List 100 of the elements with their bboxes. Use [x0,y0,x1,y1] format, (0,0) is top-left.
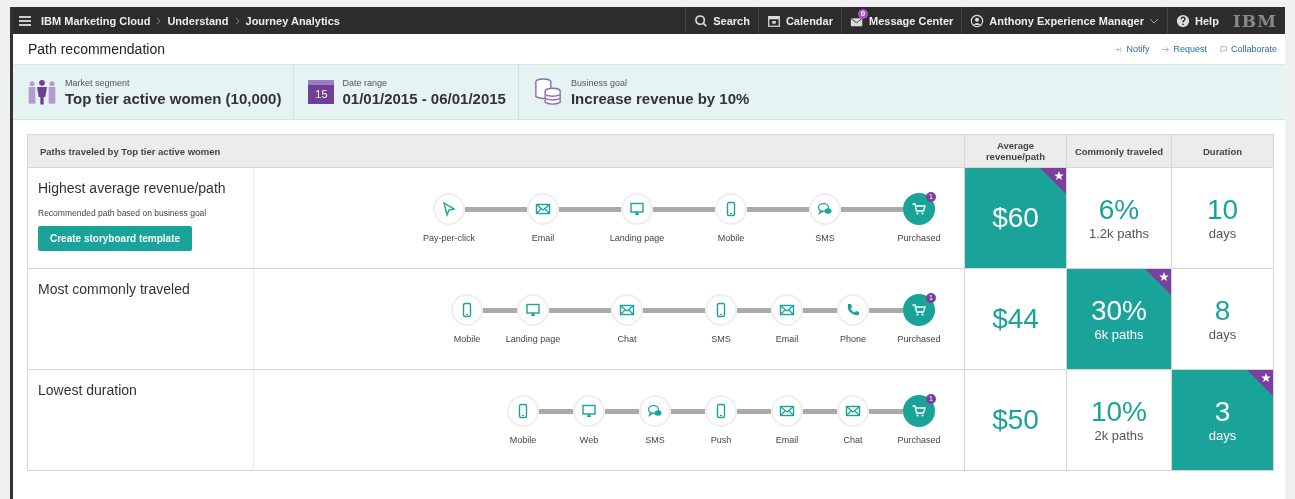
count-badge: 0 [858,9,868,19]
chat-bubbles-icon [817,201,833,217]
step-label: Landing page [505,334,561,344]
table-header: Paths traveled by Top tier active women [27,134,965,168]
page-action-link[interactable]: Request [1161,44,1207,54]
page-action-link[interactable]: Notify [1114,44,1150,54]
path-step-node[interactable] [573,395,605,427]
step-label: Mobile [453,334,481,344]
shopping-cart-icon [911,403,927,419]
path-step-node[interactable] [837,294,869,326]
path-title: Most commonly traveled [38,281,191,297]
cursor-icon [441,201,457,217]
path-step-node[interactable] [507,395,539,427]
context-value: 01/01/2015 - 06/01/2015 [342,89,506,107]
envelope-icon [535,201,551,217]
step-label: Chat [843,435,863,445]
metric-value: 8 [1213,296,1232,325]
metric-unit: days [1207,427,1238,443]
step-label: Mobile [509,435,537,445]
star-corner-icon [1040,168,1066,194]
path-step-node[interactable] [715,193,747,225]
context-label: Market segment [65,77,131,88]
monitor-icon [581,403,597,419]
metric-unit: 6k paths [1093,326,1145,342]
top-bar-action[interactable]: Help [1167,7,1227,34]
path-step-node[interactable] [771,395,803,427]
step-label: Mobile [717,233,745,243]
envelope-icon [845,403,861,419]
path-step-node[interactable] [705,294,737,326]
arrow-right-icon [1161,44,1171,54]
envelope-icon [619,302,635,318]
metric-value: 3 [1213,397,1232,426]
shopping-cart-icon [911,201,927,217]
metric-unit: 1.2k paths [1088,225,1150,241]
context-label: Business goal [570,77,628,88]
step-label: Purchased [897,233,941,243]
path-step-node[interactable] [621,193,653,225]
metric-value: $60 [991,204,1040,232]
path-step-node[interactable] [639,395,671,427]
column-header: Duration [1171,134,1274,168]
people-icon [27,78,57,106]
step-label: Web [579,435,599,445]
path-step-node[interactable] [705,395,737,427]
metric-value: 30% [1089,296,1148,325]
menu-icon[interactable] [19,15,31,26]
step-label: Phone [840,334,866,344]
step-label: Pay-per-click [423,233,475,243]
phone-handset-icon [845,302,861,318]
step-label: Purchased [897,435,941,445]
step-label: SMS [645,435,665,445]
metric-value: $44 [991,305,1040,333]
path-step-node[interactable] [771,294,803,326]
metric-value: 6% [1097,195,1141,224]
step-label: Chat [617,334,637,344]
path-step-node[interactable] [517,294,549,326]
page-action-link[interactable]: Collaborate [1218,44,1277,54]
path-step-node[interactable] [527,193,559,225]
step-label: Email [531,233,555,243]
step-label: Purchased [897,334,941,344]
star-corner-icon [1247,370,1273,396]
speech-bubble-icon [1218,44,1228,54]
path-step-node[interactable] [451,294,483,326]
path-step-node[interactable] [837,395,869,427]
top-bar-action[interactable]: Calendar [757,7,841,34]
envelope-icon [779,302,795,318]
metric-unit: days [1207,326,1238,342]
top-bar-action[interactable]: Anthony Experience Manager [961,7,1167,34]
breadcrumb-link[interactable]: Journey Analytics [245,14,340,27]
step-label: Email [775,435,799,445]
monitor-icon [629,201,645,217]
calendar-icon [766,13,781,28]
column-header: Average revenue/path [964,134,1067,168]
user-avatar-icon [970,13,985,28]
top-bar-action[interactable]: Search [685,7,758,34]
step-label: Push [710,435,732,445]
path-title: Lowest duration [38,382,138,398]
path-step-node[interactable] [611,294,643,326]
chevron-icon [156,16,162,25]
path-step-node[interactable] [809,193,841,225]
chevron-icon [234,16,240,25]
breadcrumb-link[interactable]: Understand [167,14,229,27]
monitor-icon [525,302,541,318]
metric-value: $50 [991,406,1040,434]
context-value: Top tier active women (10,000) [65,89,282,107]
breadcrumb-link[interactable]: IBM Marketing Cloud [41,14,151,27]
path-step-node[interactable] [433,193,465,225]
step-label: Email [775,334,799,344]
step-label: SMS [711,334,731,344]
star-corner-icon [1145,269,1171,295]
search-icon [694,13,709,28]
page-title: Path recommendation [28,41,165,57]
coin-stack-icon [532,78,563,106]
shopping-cart-icon [911,302,927,318]
column-header: Commonly traveled [1066,134,1172,168]
chat-bubbles-icon [647,403,663,419]
envelope-icon [779,403,795,419]
top-bar-action[interactable]: 0 Message Center [841,7,962,34]
path-note: Recommended path based on business goal [38,208,208,218]
metric-value: 10 [1205,195,1240,224]
help-icon [1176,13,1190,28]
